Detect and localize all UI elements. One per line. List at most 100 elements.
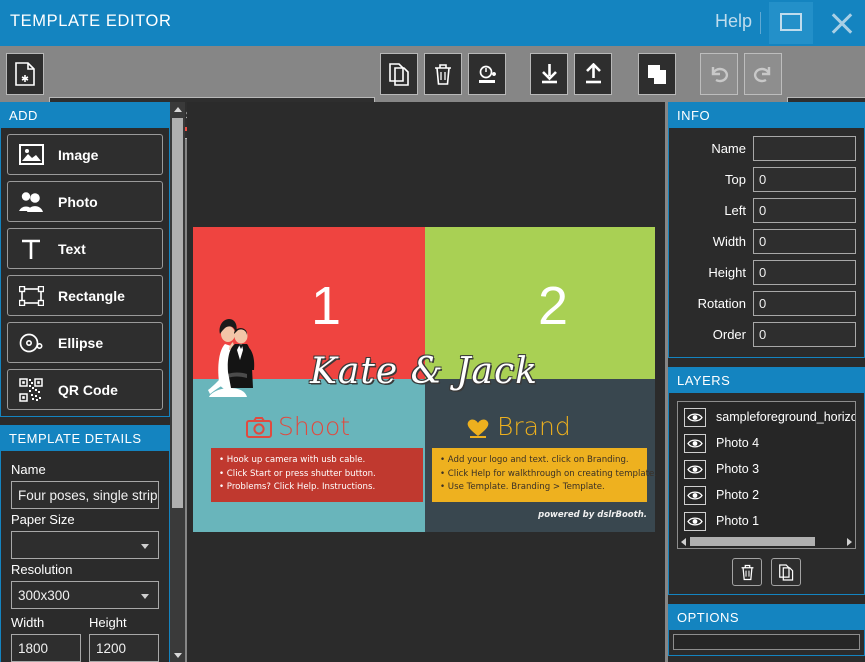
layers-list[interactable]: sampleforeground_horizo Photo 4 Photo 3 bbox=[677, 401, 856, 549]
couple-name-text[interactable]: Kate & Jack bbox=[193, 351, 655, 392]
left-panel-scrollbar[interactable] bbox=[170, 102, 185, 662]
undo-icon[interactable] bbox=[700, 53, 738, 95]
toolbar: Four poses, single strip (horizontal) Bu… bbox=[0, 46, 865, 139]
info-field-row: Left 0 bbox=[673, 198, 856, 223]
add-qrcode-button[interactable]: QR Code bbox=[7, 369, 163, 410]
layer-row[interactable]: Photo 1 bbox=[678, 508, 855, 534]
layer-row[interactable]: sampleforeground_horizo bbox=[678, 404, 855, 430]
height-label: Height bbox=[89, 615, 127, 630]
scroll-down-icon[interactable] bbox=[170, 648, 185, 662]
add-rectangle-button[interactable]: Rectangle bbox=[7, 275, 163, 316]
duplicate-layer-button[interactable] bbox=[771, 558, 801, 586]
close-icon[interactable] bbox=[819, 2, 863, 44]
copy-icon[interactable] bbox=[380, 53, 418, 95]
eye-icon[interactable] bbox=[684, 407, 706, 427]
width-label: Width bbox=[11, 615, 45, 630]
add-text-button[interactable]: Text bbox=[7, 228, 163, 269]
shoot-heading: Shoot bbox=[246, 412, 350, 441]
maximize-icon[interactable] bbox=[769, 2, 813, 44]
top-field[interactable]: 0 bbox=[753, 167, 856, 192]
options-content[interactable] bbox=[673, 634, 860, 650]
layer-actions bbox=[677, 558, 856, 586]
rotation-field[interactable]: 0 bbox=[753, 291, 856, 316]
width-input[interactable]: 1800 bbox=[11, 634, 81, 662]
scrollbar-thumb[interactable] bbox=[690, 537, 815, 546]
add-image-button[interactable]: Image bbox=[7, 134, 163, 175]
layers-panel-body: sampleforeground_horizo Photo 4 Photo 3 bbox=[668, 393, 865, 595]
layers-horizontal-scrollbar[interactable] bbox=[678, 535, 855, 548]
info-label: Left bbox=[724, 203, 746, 218]
upload-icon[interactable] bbox=[574, 53, 612, 95]
right-panel: INFO Name Top 0 Left 0 Width 0 Height 0 bbox=[668, 102, 865, 662]
eye-icon[interactable] bbox=[684, 433, 706, 453]
resolution-value: 300x300 bbox=[18, 587, 70, 603]
redo-icon[interactable] bbox=[744, 53, 782, 95]
info-field-row: Name bbox=[673, 136, 856, 161]
eye-icon[interactable] bbox=[684, 511, 706, 531]
layer-row[interactable]: Photo 4 bbox=[678, 430, 855, 456]
eye-icon[interactable] bbox=[684, 459, 706, 479]
duplicate-icon[interactable] bbox=[638, 53, 676, 95]
image-icon bbox=[18, 142, 44, 168]
options-panel-body bbox=[668, 630, 865, 656]
add-panel-header: ADD bbox=[0, 102, 170, 128]
height-input[interactable]: 1200 bbox=[89, 634, 159, 662]
eye-icon[interactable] bbox=[684, 485, 706, 505]
order-field[interactable]: 0 bbox=[753, 322, 856, 347]
help-link[interactable]: Help bbox=[715, 11, 752, 32]
add-rectangle-label: Rectangle bbox=[58, 287, 125, 304]
left-panel: ADD Image Photo Text Rectangle Ellipse Q… bbox=[0, 102, 170, 662]
add-photo-label: Photo bbox=[58, 193, 98, 210]
layer-row[interactable]: Photo 3 bbox=[678, 456, 855, 482]
scroll-left-icon[interactable] bbox=[681, 538, 686, 546]
shoot-instructions-callout: • Hook up camera with usb cable. • Click… bbox=[211, 448, 423, 502]
slot-number-1: 1 bbox=[311, 276, 342, 336]
add-photo-button[interactable]: Photo bbox=[7, 181, 163, 222]
slot-number-2: 2 bbox=[538, 276, 569, 336]
info-label: Height bbox=[708, 265, 746, 280]
layer-name: Photo 1 bbox=[716, 514, 760, 528]
shoot-heading-label: Shoot bbox=[278, 412, 351, 441]
paper-size-select[interactable] bbox=[11, 531, 159, 559]
layer-row[interactable]: Photo 2 bbox=[678, 482, 855, 508]
text-t-icon bbox=[18, 236, 44, 262]
name-field[interactable] bbox=[753, 136, 856, 161]
new-template-icon[interactable] bbox=[6, 53, 44, 95]
template-name-input[interactable]: Four poses, single strip (h bbox=[11, 481, 159, 509]
layers-panel-header: LAYERS bbox=[668, 367, 865, 393]
title-bar: TEMPLATE EDITOR Help bbox=[0, 0, 865, 46]
layer-name: Photo 2 bbox=[716, 488, 760, 502]
scroll-up-icon[interactable] bbox=[170, 102, 185, 116]
info-field-row: Height 0 bbox=[673, 260, 856, 285]
template-editor-window: TEMPLATE EDITOR Help ADD Image Photo Tex… bbox=[0, 0, 865, 662]
height-field[interactable]: 0 bbox=[753, 260, 856, 285]
instruction-line: • Add your logo and text. click on Brand… bbox=[440, 455, 629, 465]
download-icon[interactable] bbox=[530, 53, 568, 95]
info-label: Name bbox=[711, 141, 746, 156]
instruction-line: • Problems? Click Help. Instructions. bbox=[219, 482, 376, 492]
scroll-right-icon[interactable] bbox=[847, 538, 852, 546]
camera-icon bbox=[246, 417, 272, 438]
name-label: Name bbox=[11, 462, 46, 477]
add-panel-body: Image Photo Text Rectangle Ellipse QR Co… bbox=[0, 128, 170, 417]
info-field-row: Order 0 bbox=[673, 322, 856, 347]
add-image-label: Image bbox=[58, 146, 99, 163]
scrollbar-thumb[interactable] bbox=[172, 118, 183, 508]
left-field[interactable]: 0 bbox=[753, 198, 856, 223]
canvas-area[interactable]: 1 2 Kate & Jack Shoot Brand • Hook up ca… bbox=[187, 102, 665, 662]
chevron-down-icon bbox=[141, 544, 149, 549]
layer-name: sampleforeground_horizo bbox=[716, 410, 855, 424]
template-canvas[interactable]: 1 2 Kate & Jack Shoot Brand • Hook up ca… bbox=[193, 227, 657, 532]
info-label: Order bbox=[712, 327, 746, 342]
add-text-label: Text bbox=[58, 240, 86, 257]
delete-layer-button[interactable] bbox=[732, 558, 762, 586]
options-panel-header: OPTIONS bbox=[668, 604, 865, 630]
layer-name: Photo 3 bbox=[716, 462, 760, 476]
stamp-icon[interactable] bbox=[468, 53, 506, 95]
paper-size-label: Paper Size bbox=[11, 512, 75, 527]
add-ellipse-button[interactable]: Ellipse bbox=[7, 322, 163, 363]
width-field[interactable]: 0 bbox=[753, 229, 856, 254]
resolution-select[interactable]: 300x300 bbox=[11, 581, 159, 609]
trash-icon[interactable] bbox=[424, 53, 462, 95]
chevron-down-icon bbox=[141, 594, 149, 599]
